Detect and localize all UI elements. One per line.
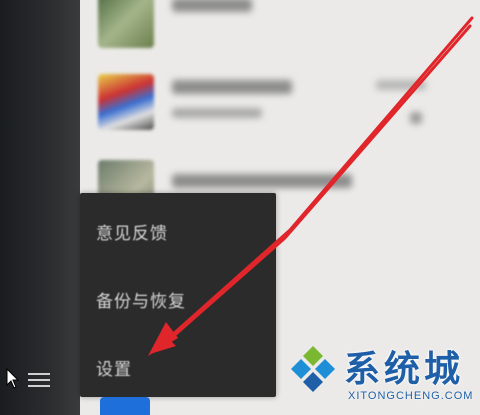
- hamburger-menu-icon[interactable]: [26, 370, 52, 390]
- sidebar: [0, 0, 80, 415]
- menu-item-feedback[interactable]: 意见反馈: [96, 219, 168, 244]
- watermark-subtitle: XITONGCHENG.COM: [348, 390, 474, 402]
- chat-title: [172, 174, 352, 188]
- cursor-icon: [6, 368, 20, 389]
- app-icon[interactable]: [100, 397, 150, 415]
- list-item[interactable]: [80, 0, 480, 60]
- chat-title: [172, 80, 292, 94]
- chat-time: [376, 80, 426, 90]
- menu-item-backup-restore[interactable]: 备份与恢复: [96, 287, 186, 312]
- chat-preview: [172, 108, 262, 118]
- mute-icon: [410, 112, 422, 124]
- chat-avatar: [98, 74, 154, 130]
- watermark: 系统城 XITONGCHENG.COM: [288, 340, 478, 412]
- watermark-title: 系统城: [344, 349, 465, 390]
- watermark-logo-icon: [291, 346, 335, 392]
- chat-title: [172, 0, 252, 12]
- chat-avatar: [98, 0, 154, 48]
- list-item[interactable]: [80, 62, 480, 144]
- menu-item-settings[interactable]: 设置: [96, 355, 132, 380]
- context-menu: 意见反馈 备份与恢复 设置: [80, 193, 276, 397]
